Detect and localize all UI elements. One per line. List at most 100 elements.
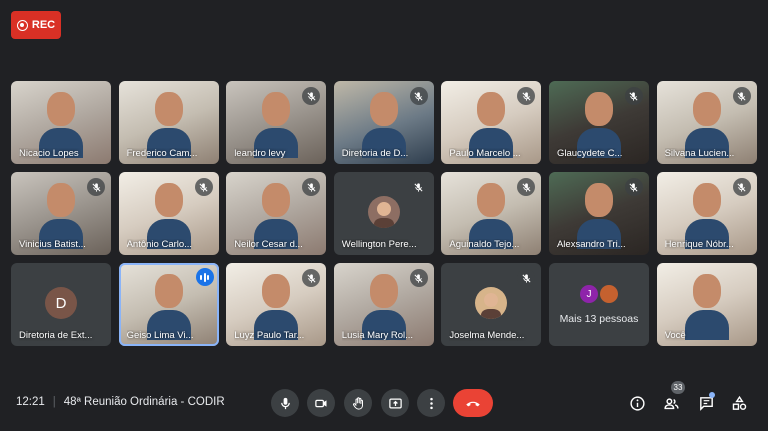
- participant-tile[interactable]: Glaucydete C...: [548, 81, 649, 164]
- participant-tile[interactable]: Aguinaldo Tejo...: [441, 172, 542, 255]
- participant-video: [684, 183, 729, 249]
- avatar: [475, 287, 508, 319]
- leave-call-button[interactable]: [453, 389, 493, 417]
- participant-tile[interactable]: Frederico Cam...: [118, 81, 219, 164]
- participant-name: leandro levy: [234, 148, 286, 159]
- participant-name: Frederico Cam...: [126, 148, 198, 159]
- raise-hand-button[interactable]: [344, 389, 372, 417]
- participant-name: Vinicius Batist...: [19, 239, 86, 250]
- participant-video: [39, 183, 83, 249]
- more-avatars: J: [579, 285, 618, 303]
- participant-tile[interactable]: D Diretoria de Ext...: [11, 263, 111, 346]
- participant-tile[interactable]: Neilor Cesar d...: [226, 172, 327, 255]
- participant-name: Henrique Nóbr...: [664, 239, 734, 250]
- mic-muted-icon: [517, 178, 536, 196]
- meeting-title: 48ª Reunião Ordinária - CODIR: [63, 396, 225, 408]
- participant-name: Diretoria de Ext...: [19, 330, 93, 341]
- participant-name: Glaucydete C...: [556, 148, 623, 159]
- mic-muted-icon: [409, 269, 428, 287]
- participant-tile[interactable]: Vinicius Batist...: [11, 172, 111, 255]
- more-participants-label: Mais 13 pessoas: [559, 313, 639, 325]
- participant-tile[interactable]: Joselma Mende...: [441, 263, 542, 346]
- participant-name: Diretoria de D...: [341, 148, 409, 159]
- participant-video: [361, 92, 406, 158]
- participant-name: Alexsandro Tri...: [556, 239, 626, 250]
- participant-tile[interactable]: Você: [656, 263, 757, 346]
- participant-tile[interactable]: Henrique Nóbr...: [656, 172, 757, 255]
- more-options-icon: [429, 397, 433, 409]
- participant-tile[interactable]: leandro levy: [226, 81, 327, 164]
- participant-tile[interactable]: Alexsandro Tri...: [548, 172, 649, 255]
- participant-video: [469, 183, 514, 249]
- participant-tile[interactable]: Geiso Lima Vi...: [118, 263, 219, 346]
- participant-name: Wellington Pere...: [341, 239, 417, 250]
- meeting-time: 12:21: [16, 396, 45, 408]
- participant-name: Paulo Marcelo ...: [449, 148, 521, 159]
- mic-muted-icon: [624, 178, 643, 196]
- separator: |: [52, 396, 56, 408]
- activities-icon: [732, 395, 746, 410]
- participant-video: [254, 92, 299, 158]
- meeting-info: 12:21 | 48ª Reunião Ordinária - CODIR: [16, 396, 225, 408]
- participant-name: Geiso Lima Vi...: [126, 330, 194, 341]
- participant-video: [684, 274, 729, 340]
- participant-video: [254, 274, 299, 340]
- mic-muted-icon: [302, 269, 321, 287]
- avatar: D: [45, 287, 77, 319]
- participant-tile[interactable]: Lusia Mary Rol...: [333, 263, 434, 346]
- present-screen-button[interactable]: [381, 389, 409, 417]
- camera-icon: [314, 399, 326, 407]
- participant-video: [146, 274, 191, 340]
- participant-name: Nicacio Lopes: [19, 148, 79, 159]
- mic-muted-icon: [624, 87, 643, 105]
- mic-muted-icon: [732, 87, 751, 105]
- participant-tile[interactable]: Antônio Carlo...: [118, 172, 219, 255]
- participant-tile[interactable]: Paulo Marcelo ...: [441, 81, 542, 164]
- speaking-indicator-icon: [195, 268, 214, 286]
- mic-muted-icon: [194, 178, 213, 196]
- participant-tile[interactable]: Silvana Lucien...: [656, 81, 757, 164]
- meeting-details-button[interactable]: [627, 393, 647, 413]
- present-screen-icon: [388, 398, 402, 408]
- participant-video: [146, 183, 191, 249]
- participant-video: [576, 92, 621, 158]
- mic-muted-icon: [409, 87, 428, 105]
- participant-grid: Nicacio Lopes Frederico Cam... leandro lev…: [11, 81, 757, 346]
- mic-icon: [280, 397, 290, 409]
- participant-video: [684, 92, 729, 158]
- mic-muted-icon: [409, 178, 428, 196]
- more-participants-tile[interactable]: J Mais 13 pessoas: [548, 263, 649, 346]
- record-icon: [16, 19, 28, 31]
- microphone-button[interactable]: [271, 389, 299, 417]
- people-icon: [663, 397, 679, 409]
- participant-tile[interactable]: Luyz Paulo Tar...: [226, 263, 327, 346]
- participants-button[interactable]: [661, 393, 681, 413]
- avatar: [599, 285, 618, 303]
- mic-muted-icon: [302, 87, 321, 105]
- avatar: [367, 196, 400, 228]
- participant-name: Você: [664, 330, 686, 341]
- more-options-button[interactable]: [417, 389, 445, 417]
- activities-button[interactable]: [729, 393, 749, 413]
- participant-tile[interactable]: Wellington Pere...: [333, 172, 434, 255]
- participant-tile[interactable]: Nicacio Lopes: [11, 81, 111, 164]
- participant-video: [576, 183, 621, 249]
- participant-video: [469, 92, 514, 158]
- participant-video: [254, 183, 299, 249]
- participant-name: Silvana Lucien...: [664, 148, 735, 159]
- participant-video: [146, 92, 191, 158]
- camera-button[interactable]: [307, 389, 335, 417]
- participant-tile[interactable]: Diretoria de D...: [333, 81, 434, 164]
- recording-label: REC: [31, 19, 56, 31]
- participant-name: Luyz Paulo Tar...: [234, 330, 305, 341]
- mic-muted-icon: [302, 178, 321, 196]
- participant-name: Antônio Carlo...: [126, 239, 193, 250]
- participant-count-badge: 33: [671, 381, 685, 394]
- hang-up-icon: [466, 401, 480, 407]
- mic-muted-icon: [732, 178, 751, 196]
- avatar: J: [579, 285, 598, 303]
- mic-muted-icon: [517, 87, 536, 105]
- recording-indicator: REC: [11, 11, 61, 39]
- participant-video: [39, 92, 83, 158]
- participant-name: Joselma Mende...: [449, 330, 525, 341]
